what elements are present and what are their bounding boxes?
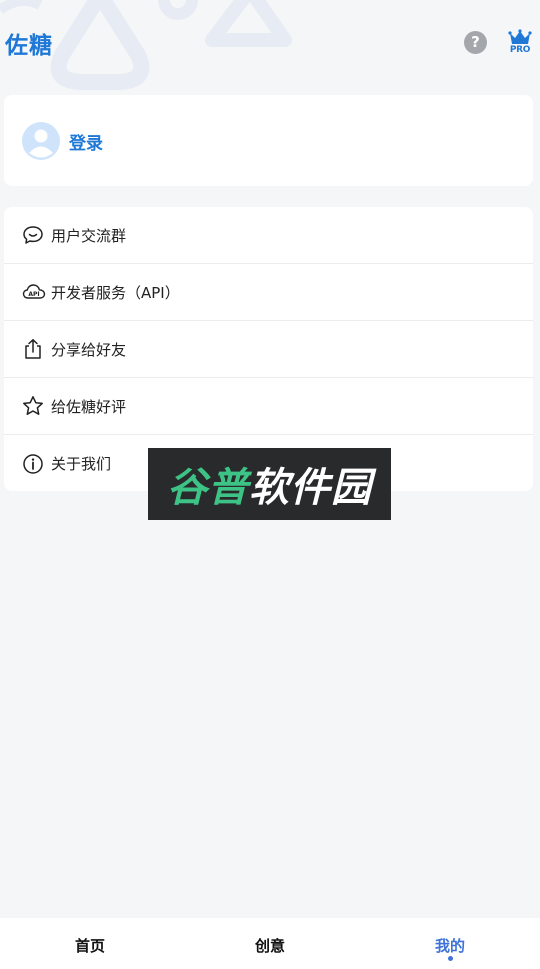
active-tab-indicator	[448, 956, 453, 961]
avatar-icon	[22, 122, 60, 160]
help-icon: ?	[471, 33, 480, 51]
menu-item-rate-app[interactable]: 给佐糖好评	[4, 378, 533, 435]
star-icon	[22, 395, 44, 417]
watermark-text-green: 谷普	[167, 465, 249, 511]
watermark-logo: 谷普 软件园	[148, 448, 391, 520]
tab-label: 首页	[74, 937, 105, 955]
header: 佐糖 ? PRO	[0, 0, 540, 90]
menu-item-label: 关于我们	[51, 455, 112, 473]
tab-label: 创意	[254, 937, 285, 955]
tab-mine[interactable]: 我的	[360, 918, 540, 969]
tab-label: 我的	[434, 937, 465, 955]
tab-home[interactable]: 首页	[0, 918, 180, 969]
menu-item-label: 给佐糖好评	[51, 397, 127, 416]
svg-text:API: API	[28, 291, 39, 298]
menu-item-developer-api[interactable]: API 开发者服务（API）	[4, 264, 533, 321]
menu-item-label: 分享给好友	[51, 340, 127, 359]
pro-button[interactable]: PRO	[507, 29, 533, 57]
app-title: 佐糖	[5, 33, 53, 59]
watermark-text-white: 软件园	[249, 465, 372, 511]
help-button[interactable]: ?	[464, 31, 487, 54]
profile-screen: 佐糖 ? PRO 登录 用户交流群 API 开发者服务（API） 分享给好友 给…	[0, 0, 540, 969]
menu-item-user-group[interactable]: 用户交流群	[4, 207, 533, 264]
share-icon	[22, 338, 44, 360]
menu-item-share[interactable]: 分享给好友	[4, 321, 533, 378]
bottom-tab-bar: 首页 创意 我的	[0, 918, 540, 969]
tab-creative[interactable]: 创意	[180, 918, 360, 969]
login-button[interactable]: 登录	[69, 129, 103, 154]
pro-label: PRO	[509, 45, 531, 55]
login-card[interactable]: 登录	[4, 95, 533, 186]
info-icon	[22, 453, 44, 475]
chat-bubble-icon	[22, 224, 44, 246]
menu-item-label: 用户交流群	[51, 226, 127, 245]
menu-item-label: 开发者服务（API）	[51, 283, 180, 302]
cloud-api-icon: API	[22, 281, 46, 303]
